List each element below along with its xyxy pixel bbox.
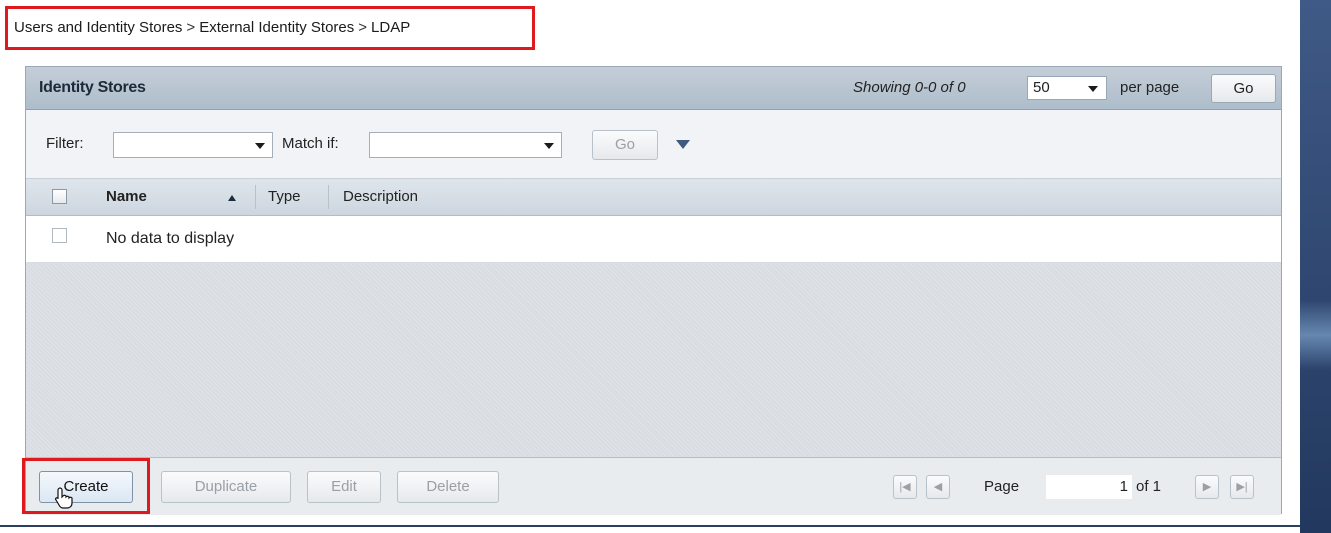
filter-select[interactable] xyxy=(113,132,273,158)
sort-up-icon[interactable] xyxy=(228,195,236,201)
column-header-description[interactable]: Description xyxy=(343,179,418,215)
page-total: of 1 xyxy=(1136,478,1162,495)
filter-label: Filter: xyxy=(46,135,84,152)
page-label: Page xyxy=(984,478,1020,495)
go-button[interactable]: Go xyxy=(1211,74,1276,103)
breadcrumb-item-external[interactable]: External Identity Stores xyxy=(199,19,354,36)
breadcrumb-separator: > xyxy=(186,19,196,36)
chevron-down-icon xyxy=(544,143,554,149)
column-header-type[interactable]: Type xyxy=(268,179,301,215)
background-strip xyxy=(1300,0,1331,533)
per-page-label: per page xyxy=(1120,79,1180,96)
row-checkbox[interactable] xyxy=(52,228,67,243)
filter-bar: Filter: Match if: Go xyxy=(26,110,1281,179)
panel-header: Identity Stores Showing 0-0 of 0 50 per … xyxy=(26,67,1281,110)
bottom-rule xyxy=(0,525,1300,527)
next-page-icon[interactable]: ▶ xyxy=(1195,475,1219,499)
first-page-icon[interactable]: |◀ xyxy=(893,475,917,499)
chevron-down-icon xyxy=(255,143,265,149)
breadcrumb-separator: > xyxy=(358,19,368,36)
identity-stores-panel: Identity Stores Showing 0-0 of 0 50 per … xyxy=(22,66,1282,515)
per-page-value: 50 xyxy=(1033,79,1050,96)
page-number-input[interactable]: 1 xyxy=(1046,475,1132,499)
column-header-name[interactable]: Name xyxy=(106,179,147,215)
showing-count: Showing 0-0 of 0 xyxy=(853,79,966,96)
filter-go-button[interactable]: Go xyxy=(592,130,658,160)
edit-button[interactable]: Edit xyxy=(307,471,381,503)
triangle-down-icon[interactable] xyxy=(676,140,690,149)
hand-cursor-icon xyxy=(55,487,73,509)
panel-title: Identity Stores xyxy=(39,79,146,96)
chevron-down-icon xyxy=(1088,86,1098,92)
column-divider xyxy=(328,185,329,209)
table-row: No data to display xyxy=(26,216,1281,263)
select-all-checkbox[interactable] xyxy=(52,189,67,204)
empty-message: No data to display xyxy=(106,230,235,247)
previous-page-icon[interactable]: ◀ xyxy=(926,475,950,499)
breadcrumb-item-users[interactable]: Users and Identity Stores xyxy=(14,19,182,36)
match-if-label: Match if: xyxy=(282,135,339,152)
column-divider xyxy=(255,185,256,209)
per-page-select[interactable]: 50 xyxy=(1027,76,1107,100)
breadcrumb-item-ldap: LDAP xyxy=(371,19,411,36)
delete-button[interactable]: Delete xyxy=(397,471,499,503)
table-header: Name Type Description xyxy=(26,179,1281,216)
breadcrumb: Users and Identity Stores > External Ident… xyxy=(5,6,535,50)
duplicate-button[interactable]: Duplicate xyxy=(161,471,291,503)
last-page-icon[interactable]: ▶| xyxy=(1230,475,1254,499)
bottom-toolbar: Create Duplicate Edit Delete |◀ ◀ Page 1… xyxy=(22,457,1281,515)
match-if-select[interactable] xyxy=(369,132,562,158)
